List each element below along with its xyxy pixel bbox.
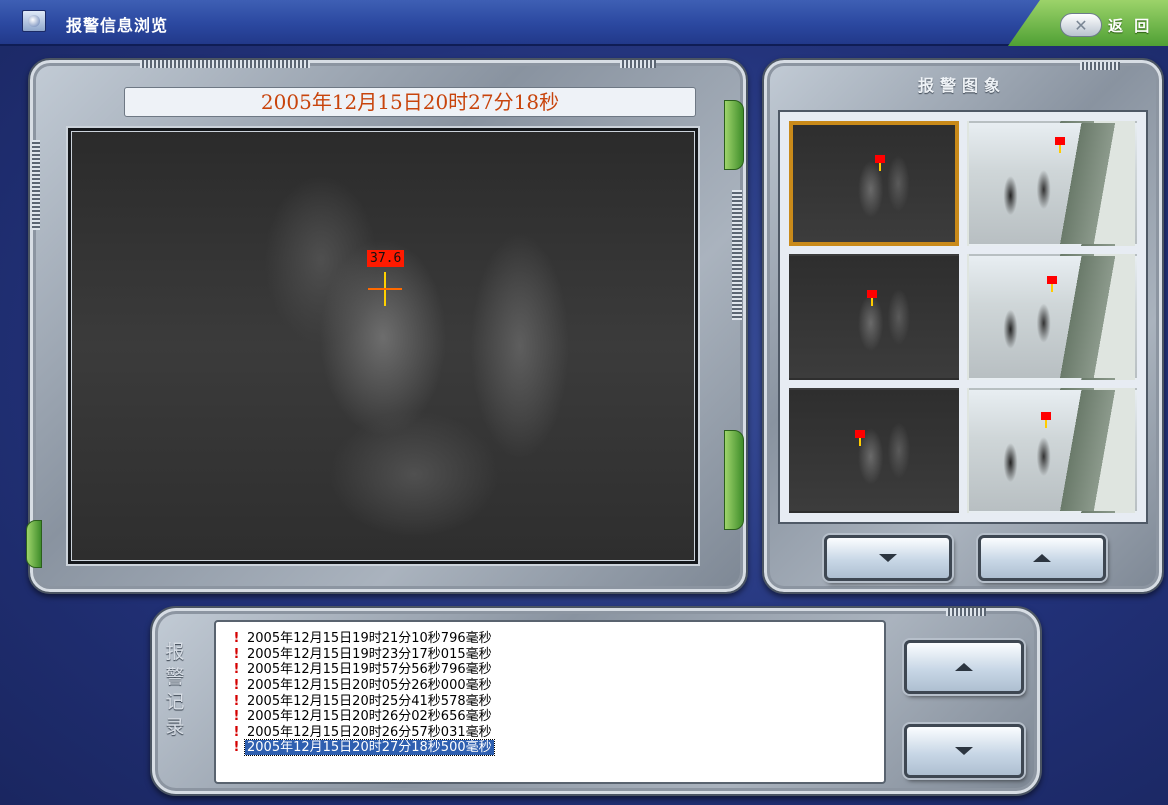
- log-scroll-up-button[interactable]: [904, 640, 1024, 694]
- log-record-text: 2005年12月15日19时57分56秒796毫秒: [247, 662, 492, 678]
- return-label: 返 回: [1108, 16, 1153, 35]
- log-record[interactable]: ! 2005年12月15日20时25分41秒578毫秒: [228, 693, 848, 709]
- log-scroll-down-button[interactable]: [904, 724, 1024, 778]
- thumbnails-up-button[interactable]: [978, 535, 1106, 581]
- thumbnails-title: 报警图象: [917, 76, 1006, 95]
- log-record-text: 2005年12月15日20时05分26秒000毫秒: [247, 678, 492, 694]
- title-bar: 报警信息浏览 ✕ 返 回: [0, 0, 1168, 46]
- log-label-char: 记: [165, 691, 185, 713]
- thumbnail-4[interactable]: [967, 254, 1137, 379]
- log-record[interactable]: ! 2005年12月15日20时26分02秒656毫秒: [228, 709, 848, 725]
- triangle-down-icon: [879, 554, 897, 562]
- thumbnail-6[interactable]: [967, 388, 1137, 513]
- alarm-marker-icon: !: [233, 709, 240, 725]
- timestamp-display: 2005年12月15日20时27分18秒: [124, 87, 696, 117]
- close-icon: ✕: [1060, 13, 1102, 37]
- log-record-text: 2005年12月15日20时27分18秒500毫秒: [244, 739, 495, 757]
- crosshair-icon: [368, 272, 402, 306]
- thumbnail-3[interactable]: [789, 254, 959, 379]
- triangle-down-icon: [955, 747, 973, 755]
- app-icon: [22, 10, 46, 32]
- log-record-text: 2005年12月15日19时21分10秒796毫秒: [247, 631, 492, 647]
- log-label-char: 报: [165, 641, 185, 663]
- green-tab-left: [26, 520, 42, 568]
- green-tab-lower: [724, 430, 744, 530]
- triangle-up-icon: [955, 663, 973, 671]
- grip-log-top: [946, 608, 986, 616]
- grip-right: [732, 190, 742, 320]
- log-record[interactable]: ! 2005年12月15日20时05分26秒000毫秒: [228, 678, 848, 694]
- temperature-label: 37.6: [367, 250, 405, 267]
- log-record-selected[interactable]: ! 2005年12月15日20时27分18秒500毫秒: [228, 739, 848, 757]
- alarm-marker-icon: !: [233, 662, 240, 678]
- return-button[interactable]: ✕ 返 回: [1060, 12, 1160, 38]
- thermal-image[interactable]: 37.6: [71, 131, 695, 561]
- thumbnail-2[interactable]: [967, 121, 1137, 246]
- log-record-text: 2005年12月15日20时26分02秒656毫秒: [247, 709, 492, 725]
- alarm-marker-icon: !: [233, 724, 240, 740]
- thumbnail-5[interactable]: [789, 388, 959, 513]
- grip-top-right: [620, 60, 656, 68]
- alarm-marker-icon: !: [233, 646, 240, 662]
- log-record[interactable]: ! 2005年12月15日20时26分57秒031毫秒: [228, 725, 848, 741]
- log-record[interactable]: ! 2005年12月15日19时21分10秒796毫秒: [228, 631, 848, 647]
- alarm-marker-icon: !: [233, 631, 240, 647]
- alarm-marker-icon: !: [233, 678, 240, 694]
- log-record[interactable]: ! 2005年12月15日19时23分17秒015毫秒: [228, 647, 848, 663]
- grip-thumbs-top: [1080, 62, 1120, 70]
- alarm-marker-icon: !: [233, 693, 240, 709]
- triangle-up-icon: [1033, 554, 1051, 562]
- alarm-marker-icon: [875, 155, 885, 171]
- video-screen-frame: 37.6: [66, 126, 700, 566]
- log-record-text: 2005年12月15日19时23分17秒015毫秒: [247, 646, 492, 662]
- alarm-marker-icon: [855, 429, 865, 446]
- window-title: 报警信息浏览: [66, 16, 169, 35]
- alarm-marker-icon: [867, 290, 877, 307]
- alarm-log-list: ! 2005年12月15日19时21分10秒796毫秒 ! 2005年12月15日1…: [228, 631, 848, 776]
- log-record-text: 2005年12月15日20时25分41秒578毫秒: [247, 693, 492, 709]
- thumbnail-grid: [778, 110, 1148, 524]
- alarm-marker-icon: [1041, 411, 1051, 428]
- alarm-log-label: 报 警 记 录: [162, 640, 188, 740]
- thumbnails-down-button[interactable]: [824, 535, 952, 581]
- log-record-text: 2005年12月15日20时26分57秒031毫秒: [247, 724, 492, 740]
- alarm-marker-icon: [1047, 276, 1057, 293]
- log-record[interactable]: ! 2005年12月15日19时57分56秒796毫秒: [228, 662, 848, 678]
- grip-top: [140, 60, 310, 68]
- thumbnail-1[interactable]: [789, 121, 959, 247]
- green-tab-upper: [724, 100, 744, 170]
- log-label-char: 录: [165, 716, 185, 738]
- log-label-char: 警: [165, 666, 185, 688]
- alarm-marker-icon: [1055, 137, 1065, 153]
- grip-left: [32, 140, 40, 230]
- alarm-marker-icon: !: [233, 740, 240, 756]
